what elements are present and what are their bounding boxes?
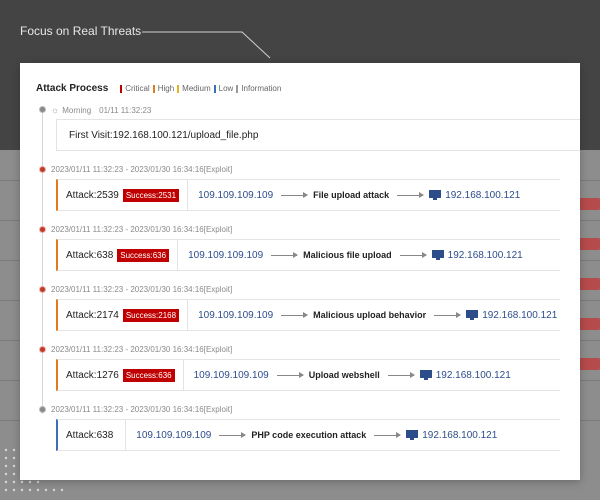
attack-name: File upload attack bbox=[313, 190, 390, 200]
event-range: 2023/01/11 11:32:23 - 2023/01/30 16:34:1… bbox=[51, 225, 233, 234]
legend-swatch bbox=[120, 84, 123, 93]
attack-flow: 109.109.109.109 Malicious file upload 19… bbox=[178, 250, 523, 261]
arrow-right-icon bbox=[219, 431, 247, 438]
arrow-right-icon bbox=[271, 251, 299, 258]
arrow-right-icon bbox=[281, 311, 309, 318]
attack-count-cell: Attack:1276 Success:636 bbox=[58, 360, 184, 390]
legend-label: Information bbox=[241, 84, 282, 93]
legend-label: Medium bbox=[182, 84, 211, 93]
legend-medium: Medium bbox=[177, 84, 211, 93]
success-badge: Success:636 bbox=[122, 368, 175, 382]
source-ip[interactable]: 109.109.109.109 bbox=[198, 190, 273, 201]
legend-critical: Critical bbox=[120, 84, 150, 93]
attack-name: Malicious file upload bbox=[303, 250, 392, 260]
attack-event-card[interactable]: Attack:1276 Success:636 109.109.109.109 … bbox=[56, 359, 560, 391]
sun-icon: ☼ bbox=[51, 105, 60, 115]
attack-flow: 109.109.109.109 PHP code execution attac… bbox=[126, 430, 497, 441]
legend-swatch bbox=[152, 84, 155, 93]
source-ip[interactable]: 109.109.109.109 bbox=[194, 370, 269, 381]
attack-count: Attack:2539 bbox=[66, 189, 119, 201]
source-ip[interactable]: 109.109.109.109 bbox=[136, 430, 211, 441]
event-range: 2023/01/11 11:32:23 - 2023/01/30 16:34:1… bbox=[51, 405, 233, 414]
legend-swatch bbox=[236, 84, 239, 93]
timeline-node bbox=[39, 226, 46, 233]
attack-event-card[interactable]: Attack:638 Success:636 109.109.109.109 M… bbox=[56, 239, 560, 271]
success-badge: Success:2168 bbox=[122, 308, 180, 322]
attack-name: Malicious upload behavior bbox=[313, 310, 427, 320]
attack-event-card[interactable]: Attack:2539 Success:2531 109.109.109.109… bbox=[56, 179, 560, 211]
arrow-right-icon bbox=[397, 191, 425, 198]
destination-ip[interactable]: 192.168.100.121 bbox=[448, 250, 523, 261]
timeline-node bbox=[39, 286, 46, 293]
period-label: Morning bbox=[62, 105, 92, 115]
success-badge: Success:2531 bbox=[122, 188, 180, 202]
arrow-right-icon bbox=[374, 431, 402, 438]
legend-label: Low bbox=[218, 84, 234, 93]
attack-flow: 109.109.109.109 File upload attack 192.1… bbox=[188, 190, 520, 201]
attack-count: Attack:2174 bbox=[66, 309, 119, 321]
attack-count-cell: Attack:2174 Success:2168 bbox=[58, 300, 189, 330]
monitor-icon bbox=[419, 370, 432, 380]
event-range: 2023/01/11 11:32:23 - 2023/01/30 16:34:1… bbox=[51, 345, 233, 354]
panel-header: Attack Process Critical High Medium Low … bbox=[36, 83, 284, 94]
success-badge: Success:636 bbox=[117, 248, 170, 262]
monitor-icon bbox=[431, 250, 444, 260]
arrow-right-icon bbox=[387, 371, 415, 378]
legend-swatch bbox=[177, 84, 180, 93]
legend-information: Information bbox=[236, 84, 281, 93]
first-visit-text: First Visit:192.168.100.121/upload_file.… bbox=[69, 129, 259, 141]
monitor-icon bbox=[406, 430, 419, 440]
severity-legend: Critical High Medium Low Information bbox=[120, 84, 284, 93]
source-ip[interactable]: 109.109.109.109 bbox=[188, 250, 263, 261]
attack-event-card[interactable]: Attack:2174 Success:2168 109.109.109.109… bbox=[56, 299, 560, 331]
callout-label: Focus on Real Threats bbox=[20, 24, 142, 38]
attack-count: Attack:638 bbox=[66, 249, 114, 261]
legend-low: Low bbox=[213, 84, 234, 93]
attack-process-panel: Attack Process Critical High Medium Low … bbox=[20, 63, 580, 480]
attack-name: PHP code execution attack bbox=[251, 430, 367, 440]
arrow-right-icon bbox=[434, 311, 462, 318]
timeline-axis bbox=[42, 108, 43, 414]
timeline-node bbox=[39, 406, 46, 413]
destination-ip[interactable]: 192.168.100.121 bbox=[445, 190, 520, 201]
attack-flow: 109.109.109.109 Upload webshell 192.168.… bbox=[184, 370, 511, 381]
arrow-right-icon bbox=[281, 191, 309, 198]
attack-event-card[interactable]: Attack:638 109.109.109.109 PHP code exec… bbox=[56, 419, 560, 451]
destination-ip[interactable]: 192.168.100.121 bbox=[422, 430, 497, 441]
destination-ip[interactable]: 192.168.100.121 bbox=[482, 310, 557, 321]
attack-flow: 109.109.109.109 Malicious upload behavio… bbox=[188, 310, 557, 321]
timeline-node bbox=[39, 106, 46, 113]
legend-label: High bbox=[157, 84, 175, 93]
legend-label: Critical bbox=[125, 84, 150, 93]
first-visit-card[interactable]: First Visit:192.168.100.121/upload_file.… bbox=[56, 119, 580, 151]
arrow-right-icon bbox=[399, 251, 427, 258]
monitor-icon bbox=[466, 310, 479, 320]
destination-ip[interactable]: 192.168.100.121 bbox=[436, 370, 511, 381]
first-event-meta: ☼ Morning 01/11 11:32:23 bbox=[51, 105, 151, 115]
source-ip[interactable]: 109.109.109.109 bbox=[198, 310, 273, 321]
attack-count-cell: Attack:2539 Success:2531 bbox=[58, 180, 189, 210]
monitor-icon bbox=[429, 190, 442, 200]
timeline-node bbox=[39, 166, 46, 173]
event-range: 2023/01/11 11:32:23 - 2023/01/30 16:34:1… bbox=[51, 285, 233, 294]
event-range: 2023/01/11 11:32:23 - 2023/01/30 16:34:1… bbox=[51, 165, 233, 174]
attack-count: Attack:638 bbox=[66, 429, 114, 441]
attack-count-cell: Attack:638 Success:636 bbox=[58, 240, 179, 270]
attack-name: Upload webshell bbox=[308, 370, 380, 380]
legend-swatch bbox=[213, 84, 216, 93]
attack-count: Attack:1276 bbox=[66, 369, 119, 381]
timeline-node bbox=[39, 346, 46, 353]
arrow-right-icon bbox=[276, 371, 304, 378]
panel-title: Attack Process bbox=[36, 83, 109, 94]
event-time: 01/11 11:32:23 bbox=[99, 105, 152, 115]
attack-count-cell: Attack:638 bbox=[58, 420, 127, 450]
legend-high: High bbox=[152, 84, 175, 93]
